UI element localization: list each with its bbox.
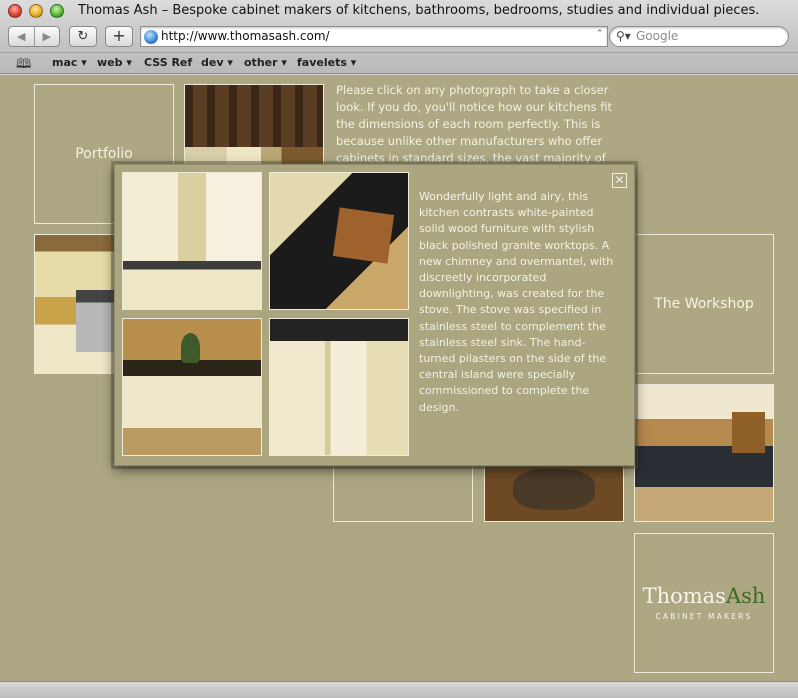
reload-button[interactable]: ↻ — [69, 26, 97, 47]
back-arrow-icon[interactable]: ◀ — [9, 27, 35, 46]
logo-second-name: Ash — [725, 584, 766, 608]
toolbar: ◀ ▶ ↻ + http://www.thomasash.com/ ⌃ ⚲▾ G… — [0, 22, 798, 52]
kitchen-photo-range[interactable] — [634, 384, 774, 522]
lightbox-photo-granite[interactable] — [269, 172, 409, 310]
logo-first-name: Thomas — [642, 584, 726, 608]
logo-subtitle: CABINET MAKERS — [655, 612, 753, 621]
close-window-button[interactable] — [8, 4, 22, 18]
add-bookmark-button[interactable]: + — [105, 26, 133, 47]
portfolio-label: Portfolio — [75, 146, 133, 162]
bookmark-mac[interactable]: mac ▾ — [52, 56, 87, 69]
address-text[interactable]: http://www.thomasash.com/ — [161, 29, 330, 43]
window-title: Thomas Ash – Bespoke cabinet makers of k… — [78, 3, 760, 18]
lightbox-photo-window[interactable] — [122, 172, 262, 310]
reload-icon: ↻ — [77, 29, 89, 44]
title-bar: Thomas Ash – Bespoke cabinet makers of k… — [0, 0, 798, 22]
close-icon[interactable]: ✕ — [612, 173, 627, 188]
globe-icon — [144, 30, 158, 44]
search-placeholder: Google — [636, 29, 679, 43]
search-field[interactable]: ⚲▾ Google — [609, 26, 789, 47]
bookmark-web[interactable]: web ▾ — [97, 56, 132, 69]
search-icon[interactable]: ⚲▾ — [616, 29, 631, 43]
bookmark-dev[interactable]: dev ▾ — [201, 56, 233, 69]
bookmark-other[interactable]: other ▾ — [244, 56, 287, 69]
lightbox-photo-island[interactable] — [122, 318, 262, 456]
bookmark-favelets[interactable]: favelets ▾ — [297, 56, 356, 69]
lightbox-overlay: ✕ Wonderfully light and airy, this kitch… — [114, 164, 635, 466]
zoom-window-button[interactable] — [50, 4, 64, 18]
lightbox-description: Wonderfully light and airy, this kitchen… — [419, 190, 614, 414]
web-page: Portfolio Please click on any photograph… — [0, 75, 798, 681]
bookmarks-book-icon[interactable]: 🕮 — [16, 55, 31, 77]
window-bottom-bar — [0, 681, 798, 698]
thomas-ash-logo: ThomasAsh CABINET MAKERS — [634, 533, 774, 673]
workshop-tile[interactable]: The Workshop — [634, 234, 774, 374]
snapback-icon[interactable]: ⌃ — [596, 29, 604, 39]
lightbox-photo-pilaster[interactable] — [269, 318, 409, 456]
bookmark-css-ref[interactable]: CSS Ref — [144, 56, 192, 69]
browser-window: Thomas Ash – Bespoke cabinet makers of k… — [0, 0, 798, 698]
browser-chrome: Thomas Ash – Bespoke cabinet makers of k… — [0, 0, 798, 74]
logo-wordmark: ThomasAsh — [635, 584, 773, 608]
address-bar[interactable]: http://www.thomasash.com/ — [140, 26, 608, 47]
plus-icon: + — [112, 26, 126, 45]
bookmarks-bar: 🕮 mac ▾ web ▾ CSS Ref dev ▾ other ▾ fave… — [0, 52, 798, 74]
forward-arrow-icon[interactable]: ▶ — [35, 27, 60, 46]
back-forward-control: ◀ ▶ — [8, 26, 60, 47]
minimize-window-button[interactable] — [29, 4, 43, 18]
workshop-label: The Workshop — [654, 296, 754, 312]
